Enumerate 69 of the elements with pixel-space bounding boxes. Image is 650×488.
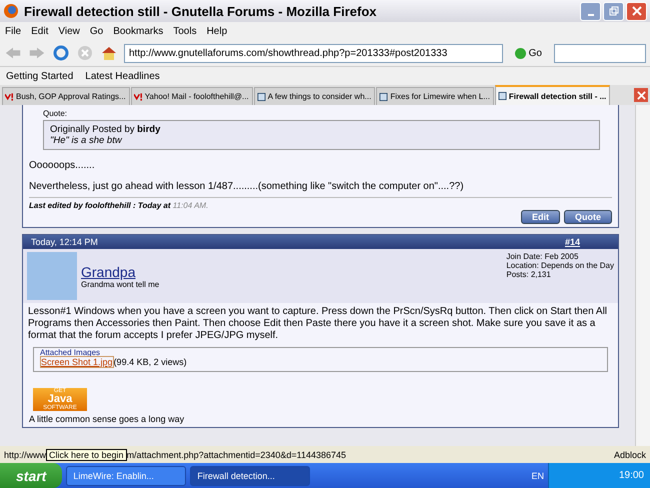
browser-logo-icon [3,3,19,19]
adblock-label[interactable]: Adblock [614,450,646,460]
minimize-icon [588,14,594,16]
search-field[interactable] [554,44,646,62]
browser-tab[interactable]: Bush, GOP Approval Ratings... [2,87,130,105]
window-title: Firewall detection still - Gnutella Forums - Mozilla Firefox [24,4,378,18]
site-favicon-icon [498,92,507,100]
status-url: m/attachment.php?attachmentid=2340&d=1144386745 [126,450,348,460]
user-stat: Location: Depends on the Day [506,261,614,270]
close-icon [632,6,642,16]
clock: 19:00 [618,470,644,481]
menu-item[interactable]: Help [206,26,228,36]
language-indicator[interactable]: EN [531,470,544,480]
menu-item[interactable]: View [58,26,80,36]
attachment-link[interactable]: Screen Shot 1.jpg [40,356,114,368]
user-stat: Posts: 2,131 [506,270,552,279]
browser-tab[interactable]: A few things to consider wh... [254,87,376,105]
attachments-legend: Attached Images [40,348,601,357]
bookmark-item[interactable]: Latest Headlines [85,70,160,82]
site-favicon-icon [134,92,143,100]
taskbar-button[interactable]: Firewall detection... [190,466,310,486]
user-stat: Join Date: Feb 2005 [506,252,580,261]
site-favicon-icon [5,92,14,100]
address-field[interactable]: http://www.gnutellaforums.com/showthread.php?p=201333#post201333 [124,44,503,62]
post-number-link[interactable]: #14 [564,237,580,247]
menu-item[interactable]: Edit [31,26,48,36]
tooltip: Click here to begin [46,448,127,460]
quote-text: "He" is a she btw [50,135,124,146]
post-text: Nevertheless, just go ahead with lesson 1/487.........(something like "switch the computer on"....??) [29,181,465,192]
menu-item[interactable]: Tools [173,26,197,36]
avatar-placeholder [27,252,77,300]
restore-icon [608,6,618,16]
menu-item[interactable]: File [5,26,22,36]
edited-time: 11:04 AM. [172,201,208,210]
home-icon[interactable] [100,45,118,61]
status-url: http://www [4,450,46,460]
go-icon [514,48,526,58]
signature-text: A little common sense goes a long way [28,413,186,426]
browser-tab[interactable]: Firewall detection still - ... [494,85,610,105]
taskbar-button[interactable]: LimeWire: Enablin... [66,466,186,486]
username-link[interactable]: Grandpa [81,264,502,280]
restore-button[interactable] [603,2,624,20]
stop-icon[interactable] [76,45,94,61]
quote-label: Quote: [42,108,68,120]
menu-item[interactable]: Bookmarks [113,26,164,36]
post-action-button[interactable]: Quote [564,210,612,224]
post-date: Today, 12:14 PM [31,237,98,247]
close-tab-button[interactable] [634,88,648,102]
attachment-info: (99.4 KB, 2 views) [114,357,187,367]
back-arrow-icon[interactable] [4,45,22,61]
post-text: Lesson#1 Windows when you have a screen you want to capture. Press down the PrScn/SysRq button. Then click on Start then All Programs then Accessories then Paint. Then choose Edit then Paste there you have it a screen shot. Make sure you save it as a format that the forum accepts I prefer JPEG/JPG myself. [27,305,608,343]
quote-author: Originally Posted by birdy [50,124,162,135]
go-button[interactable]: Go [508,46,548,60]
site-favicon-icon [256,92,266,100]
forward-arrow-icon[interactable] [28,45,46,61]
post-text: Oooooops....... [29,160,96,171]
menu-item[interactable]: Go [90,26,104,36]
close-icon [636,90,646,100]
minimize-button[interactable] [580,2,601,20]
close-button[interactable] [626,2,647,20]
start-button[interactable]: start [0,463,62,488]
site-favicon-icon [379,92,388,100]
post-action-button[interactable]: Edit [521,210,560,224]
browser-tab[interactable]: Yahoo! Mail - foolofthehill@... [130,87,253,105]
browser-tab[interactable]: Fixes for Limewire when L... [376,87,494,105]
bookmark-item[interactable]: Getting Started [6,70,74,82]
edited-note: Last edited by foolofthehill : Today at [29,201,170,210]
user-title: Grandma wont tell me [81,280,160,288]
scrollbar[interactable] [635,105,650,446]
